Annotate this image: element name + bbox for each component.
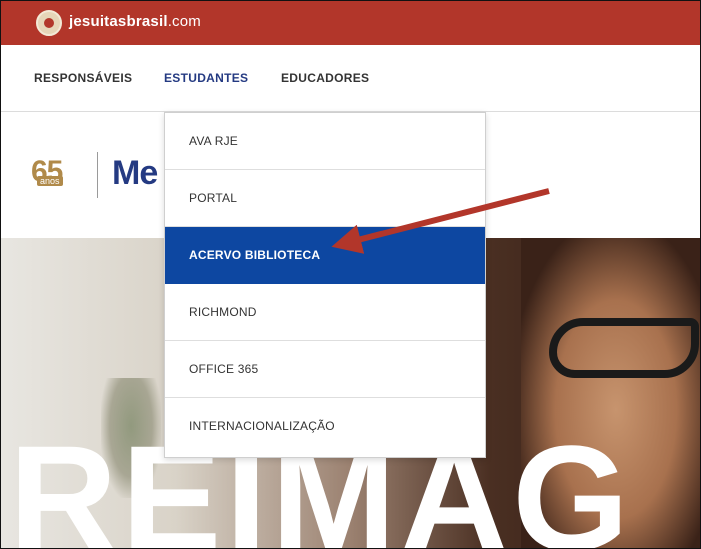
nav-item-responsaveis[interactable]: RESPONSÁVEIS [34, 71, 132, 85]
main-nav: RESPONSÁVEIS ESTUDANTES EDUCADORES [1, 45, 700, 112]
estudantes-dropdown-menu: AVA RJE PORTAL ACERVO BIBLIOTECA RICHMON… [164, 112, 486, 458]
nav-item-estudantes[interactable]: ESTUDANTES [164, 71, 248, 85]
nav-item-educadores[interactable]: EDUCADORES [281, 71, 369, 85]
jesuit-emblem-icon[interactable] [36, 10, 62, 36]
menu-item-acervo-biblioteca[interactable]: ACERVO BIBLIOTECA [165, 227, 485, 284]
browser-page: jesuitasbrasil.com RESPONSÁVEIS ESTUDANT… [0, 0, 701, 549]
hero-glasses-image [549, 318, 699, 378]
menu-item-richmond[interactable]: RICHMOND [165, 284, 485, 341]
menu-item-portal[interactable]: PORTAL [165, 170, 485, 227]
anniversary-label: anos [37, 176, 63, 186]
menu-item-office-365[interactable]: OFFICE 365 [165, 341, 485, 398]
school-logo-text[interactable]: Me [112, 154, 158, 193]
logo-divider [97, 152, 98, 198]
top-bar: jesuitasbrasil.com [1, 1, 700, 45]
menu-item-internacionalizacao[interactable]: INTERNACIONALIZAÇÃO [165, 398, 485, 455]
menu-item-ava-rje[interactable]: AVA RJE [165, 113, 485, 170]
site-brand-link[interactable]: jesuitasbrasil.com [69, 13, 201, 30]
